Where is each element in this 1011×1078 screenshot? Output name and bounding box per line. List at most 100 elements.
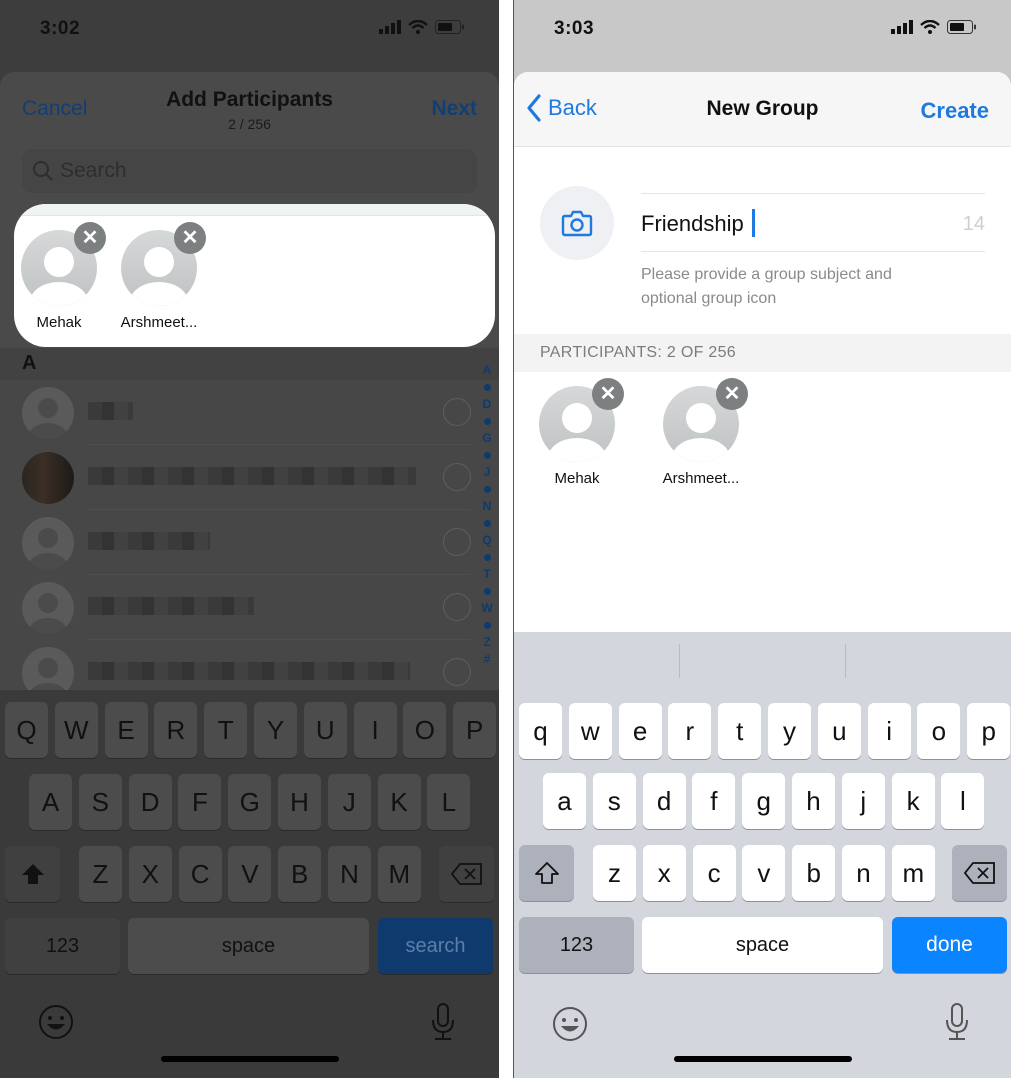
key-k[interactable]: k <box>891 773 935 829</box>
dictation-key[interactable] <box>937 1002 977 1042</box>
done-key[interactable]: done <box>892 917 1007 973</box>
key-p[interactable]: P <box>453 702 497 758</box>
index-letter[interactable]: D <box>483 396 492 413</box>
select-radio[interactable] <box>443 463 471 491</box>
key-d[interactable]: d <box>642 773 686 829</box>
key-i[interactable]: I <box>353 702 397 758</box>
emoji-key[interactable] <box>550 1004 590 1044</box>
index-letter[interactable]: N <box>483 498 492 515</box>
key-h[interactable]: h <box>792 773 835 829</box>
key-r[interactable]: R <box>154 702 198 758</box>
key-q[interactable]: Q <box>5 702 48 758</box>
key-x[interactable]: X <box>128 846 172 902</box>
key-v[interactable]: V <box>228 846 272 902</box>
remove-participant-button[interactable]: ✕ <box>716 378 748 410</box>
index-letter[interactable]: Q <box>482 532 491 549</box>
key-p[interactable]: p <box>967 703 1011 759</box>
delete-key[interactable] <box>439 846 494 902</box>
space-key[interactable]: space <box>128 918 369 974</box>
create-button[interactable]: Create <box>921 98 989 124</box>
emoji-key[interactable] <box>36 1002 76 1042</box>
key-k[interactable]: K <box>377 774 421 830</box>
remove-participant-button[interactable]: ✕ <box>174 222 206 254</box>
shift-key[interactable] <box>519 845 574 901</box>
key-w[interactable]: w <box>568 703 612 759</box>
participant-chip[interactable]: ✕ Mehak <box>532 378 624 487</box>
key-c[interactable]: c <box>692 845 736 901</box>
shift-key[interactable] <box>5 846 60 902</box>
group-subject-input[interactable] <box>641 208 941 240</box>
key-a[interactable]: A <box>29 774 72 830</box>
index-letter[interactable]: T <box>483 566 490 583</box>
key-z[interactable]: Z <box>79 846 122 902</box>
selected-participant[interactable]: ✕ Mehak <box>14 222 106 331</box>
remove-participant-button[interactable]: ✕ <box>592 378 624 410</box>
search-bar[interactable] <box>22 149 477 193</box>
select-radio[interactable] <box>443 398 471 426</box>
key-g[interactable]: g <box>742 773 786 829</box>
contact-row[interactable] <box>0 380 471 445</box>
index-letter[interactable]: Z <box>483 634 490 651</box>
contact-row[interactable] <box>0 575 471 640</box>
key-o[interactable]: o <box>917 703 961 759</box>
numbers-key[interactable]: 123 <box>5 918 120 974</box>
search-input[interactable] <box>60 159 440 183</box>
search-key[interactable]: search <box>378 918 493 974</box>
participant-chip[interactable]: ✕ Arshmeet... <box>656 378 748 487</box>
key-e[interactable]: E <box>104 702 148 758</box>
select-radio[interactable] <box>443 658 471 686</box>
key-d[interactable]: D <box>128 774 172 830</box>
key-b[interactable]: b <box>792 845 836 901</box>
contact-row[interactable] <box>0 445 471 510</box>
index-letter[interactable]: G <box>482 430 491 447</box>
key-b[interactable]: B <box>278 846 322 902</box>
index-letter[interactable]: W <box>481 600 492 617</box>
key-e[interactable]: e <box>618 703 662 759</box>
contact-row[interactable] <box>0 510 471 575</box>
key-l[interactable]: l <box>941 773 985 829</box>
numbers-key[interactable]: 123 <box>519 917 634 973</box>
key-c[interactable]: C <box>178 846 222 902</box>
key-s[interactable]: S <box>78 774 122 830</box>
key-r[interactable]: r <box>668 703 712 759</box>
alphabet-index[interactable]: A D G J N Q T W Z # <box>480 362 494 668</box>
group-icon-button[interactable] <box>540 186 614 260</box>
selected-participant[interactable]: ✕ Arshmeet... <box>114 222 206 331</box>
key-n[interactable]: n <box>842 845 885 901</box>
suggestion-bar[interactable] <box>514 632 1011 690</box>
key-a[interactable]: a <box>543 773 586 829</box>
key-j[interactable]: J <box>327 774 371 830</box>
index-letter[interactable]: # <box>484 651 491 668</box>
key-m[interactable]: M <box>377 846 421 902</box>
key-f[interactable]: f <box>692 773 736 829</box>
select-radio[interactable] <box>443 593 471 621</box>
index-letter[interactable]: A <box>483 362 492 379</box>
key-y[interactable]: y <box>768 703 811 759</box>
key-f[interactable]: F <box>178 774 222 830</box>
delete-key[interactable] <box>952 845 1007 901</box>
key-y[interactable]: Y <box>254 702 297 758</box>
dictation-key[interactable] <box>423 1002 463 1042</box>
key-t[interactable]: t <box>718 703 762 759</box>
key-w[interactable]: W <box>54 702 98 758</box>
key-x[interactable]: x <box>642 845 686 901</box>
space-key[interactable]: space <box>642 917 883 973</box>
key-q[interactable]: q <box>519 703 562 759</box>
key-h[interactable]: H <box>278 774 321 830</box>
key-m[interactable]: m <box>891 845 935 901</box>
key-i[interactable]: i <box>867 703 911 759</box>
key-s[interactable]: s <box>592 773 636 829</box>
key-z[interactable]: z <box>593 845 636 901</box>
next-button[interactable]: Next <box>431 97 477 121</box>
key-j[interactable]: j <box>841 773 885 829</box>
key-n[interactable]: N <box>328 846 371 902</box>
key-v[interactable]: v <box>742 845 786 901</box>
key-l[interactable]: L <box>427 774 471 830</box>
remove-participant-button[interactable]: ✕ <box>74 222 106 254</box>
key-g[interactable]: G <box>228 774 272 830</box>
key-u[interactable]: u <box>817 703 861 759</box>
select-radio[interactable] <box>443 528 471 556</box>
index-letter[interactable]: J <box>484 464 491 481</box>
key-t[interactable]: T <box>204 702 248 758</box>
key-o[interactable]: O <box>403 702 447 758</box>
